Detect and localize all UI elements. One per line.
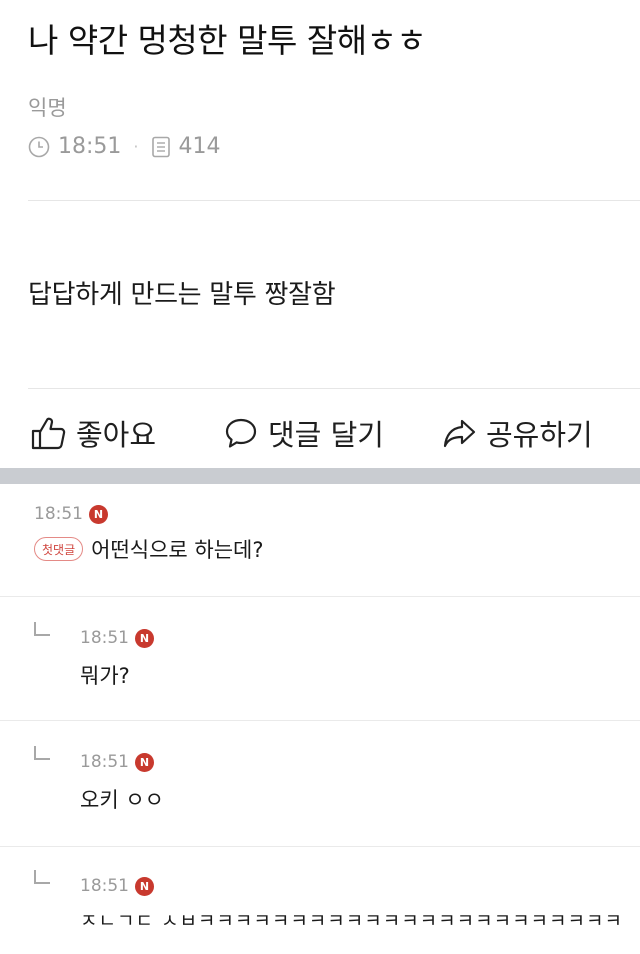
new-badge: N <box>89 504 108 524</box>
comment-text: 뭐가? <box>80 664 130 688</box>
post-actions-bar: 좋아요 댓글 달기 공유하기 <box>0 404 640 462</box>
speech-bubble-icon <box>224 417 268 449</box>
comment-meta: 18:51 N <box>80 744 640 772</box>
comment-time: 18:51 <box>80 628 129 648</box>
comment-time: 18:51 <box>80 752 129 772</box>
comment-time: 18:51 <box>34 504 83 524</box>
comment-text: 오키 ㅇㅇ <box>80 788 164 812</box>
comment-item: 18:51 N 첫댓글 어떤식으로 하는데? <box>0 504 640 564</box>
post-time: 18:51 <box>58 134 122 159</box>
comment-meta: 18:51 N <box>80 868 640 896</box>
reply-corner-icon <box>34 746 50 760</box>
comment-divider <box>0 596 640 597</box>
reply-corner-icon <box>34 622 50 636</box>
section-separator <box>0 468 640 484</box>
post-view-count: 414 <box>178 134 221 159</box>
new-badge: N <box>135 876 154 896</box>
body-divider <box>28 388 640 389</box>
like-label: 좋아요 <box>76 418 157 452</box>
document-icon <box>151 136 171 158</box>
reply-item: 18:51 N 뭐가? <box>0 620 640 700</box>
share-button[interactable]: 공유하기 <box>442 404 593 462</box>
comment-button[interactable]: 댓글 달기 <box>224 404 384 462</box>
post-title: 나 약간 멍청한 말투 잘해ㅎㅎ <box>28 21 427 60</box>
share-arrow-icon <box>442 417 486 449</box>
first-comment-badge: 첫댓글 <box>34 537 84 561</box>
post-meta: 18:51 · 414 <box>28 134 221 159</box>
like-button[interactable]: 좋아요 <box>30 404 156 462</box>
comment-body: 첫댓글 어떤식으로 하는데? <box>34 534 640 564</box>
comment-divider <box>0 846 640 847</box>
post-page: 나 약간 멍청한 말투 잘해ㅎㅎ 익명 18:51 · 414 답답하게 만드는… <box>0 0 640 954</box>
clock-icon <box>28 136 50 158</box>
comment-text: ㅈㄴㄱㄷ ㅅㅂㅋㅋㅋㅋㅋㅋㅋㅋㅋㅋㅋㅋㅋㅋㅋㅋㅋㅋㅋㅋㅋㅋㅋ <box>80 910 623 932</box>
thumbs-up-icon <box>30 416 76 450</box>
reply-corner-icon <box>34 870 50 884</box>
comment-meta: 18:51 N <box>80 620 640 648</box>
comment-label: 댓글 달기 <box>268 418 384 452</box>
new-badge: N <box>135 752 154 772</box>
meta-separator: · <box>133 137 139 156</box>
comment-time: 18:51 <box>80 876 129 896</box>
new-badge: N <box>135 628 154 648</box>
comment-divider <box>0 720 640 721</box>
post-author: 익명 <box>28 96 67 120</box>
post-body: 답답하게 만드는 말투 짱잘함 <box>28 280 336 310</box>
header-divider <box>28 200 640 201</box>
share-label: 공유하기 <box>486 418 593 452</box>
comment-text: 어떤식으로 하는데? <box>91 538 264 562</box>
comment-meta: 18:51 N <box>34 504 640 524</box>
reply-item: 18:51 N 오키 ㅇㅇ <box>0 744 640 824</box>
reply-item: 18:51 N ㅈㄴㄱㄷ ㅅㅂㅋㅋㅋㅋㅋㅋㅋㅋㅋㅋㅋㅋㅋㅋㅋㅋㅋㅋㅋㅋㅋㅋㅋ <box>0 868 640 954</box>
